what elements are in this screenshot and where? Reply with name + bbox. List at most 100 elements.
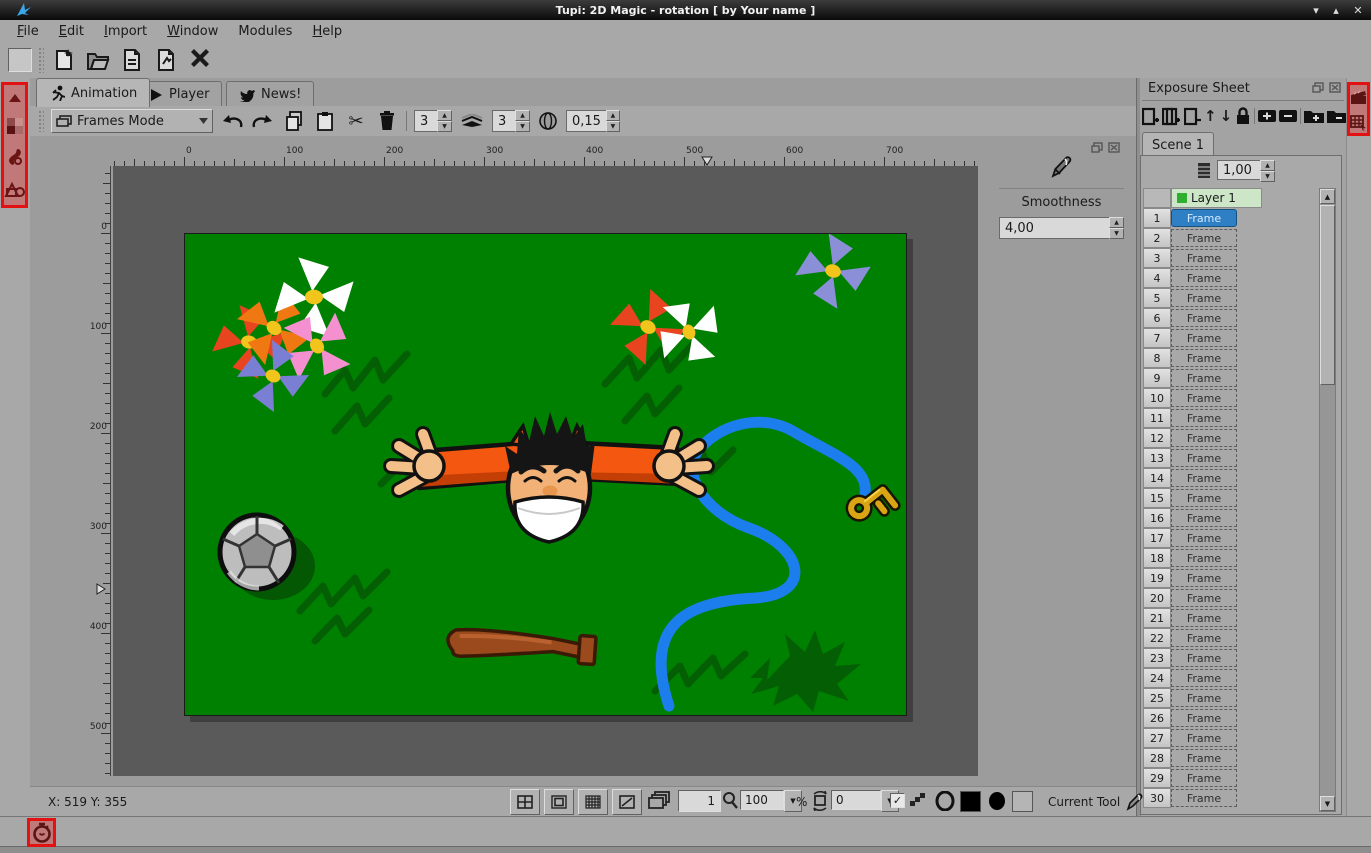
move-frame-down-button[interactable]: ↓ [1220,107,1233,125]
layer-opacity-spinner[interactable]: 1,00 ▲▼ [1217,160,1275,180]
frame-row-number[interactable]: 13 [1143,448,1171,468]
brush-properties-icon[interactable] [4,141,25,173]
toolbar-drag-handle[interactable] [38,47,44,73]
remove-frame-button[interactable] [1184,107,1201,126]
zoom-value[interactable]: 100 [740,790,784,810]
shade-window-icon[interactable]: ▾ [1305,4,1327,17]
frame-row-number[interactable]: 7 [1143,328,1171,348]
frame-cell[interactable]: Frame [1171,709,1237,727]
smoothness-spinner[interactable]: 4,00 ▲▼ [999,217,1124,239]
fill-color-preview[interactable] [987,791,1007,811]
frame-row-number[interactable]: 10 [1143,388,1171,408]
frame-row-number[interactable]: 4 [1143,268,1171,288]
layer-opacity-value[interactable]: 1,00 [1217,160,1260,180]
frame-cell[interactable]: Frame [1171,549,1237,567]
dense-grid-button[interactable] [578,789,608,815]
redo-button[interactable] [251,113,275,129]
frame-cell[interactable]: Frame [1171,389,1237,407]
spin-up-icon[interactable]: ▲ [606,110,620,121]
frame-row-number[interactable]: 9 [1143,368,1171,388]
spin-down-icon[interactable]: ▼ [606,121,620,132]
new-project-button[interactable] [50,46,78,74]
tab-news[interactable]: News! [226,81,314,107]
shapes-library-icon[interactable] [4,173,25,205]
frame-row-number[interactable]: 15 [1143,488,1171,508]
color-palette-icon[interactable] [4,111,25,141]
frame-row-number[interactable]: 14 [1143,468,1171,488]
frame-row-number[interactable]: 24 [1143,668,1171,688]
opacity-factor-value[interactable]: 0,15 [566,110,606,132]
frame-cell[interactable]: Frame [1171,409,1237,427]
next-frames-spinner[interactable]: 3 ▲▼ [492,110,530,132]
frame-cell[interactable]: Frame [1171,329,1237,347]
rotation-combobox[interactable]: 0 ▼ [831,790,899,812]
frame-row-number[interactable]: 30 [1143,788,1171,808]
scroll-up-icon[interactable]: ▲ [1320,189,1335,204]
frame-cell[interactable]: Frame [1171,289,1237,307]
lock-frame-button[interactable] [1235,107,1251,125]
zoom-combobox[interactable]: 100 ▼ [740,790,802,812]
outline-color-swatch[interactable] [935,791,955,811]
frame-cell[interactable]: Frame [1171,789,1237,807]
copy-frame-forward-icon[interactable] [648,791,670,809]
menu-item-help[interactable]: Help [303,22,351,41]
remove-scene-button[interactable] [1327,109,1347,123]
frame-cell-selected[interactable]: Frame [1171,209,1237,227]
frame-cell[interactable]: Frame [1171,449,1237,467]
exposure-scrollbar[interactable]: ▲ ▼ [1319,188,1336,812]
spin-down-icon[interactable]: ▼ [437,121,452,132]
pixel-preview-icon[interactable] [909,793,925,807]
cut-button[interactable]: ✂ [344,111,368,132]
frame-cell[interactable]: Frame [1171,569,1237,587]
frame-row-number[interactable]: 19 [1143,568,1171,588]
frame-row-number[interactable]: 25 [1143,688,1171,708]
canvas[interactable] [184,233,907,716]
insert-frame-button[interactable] [1142,107,1159,126]
exposure-sheet-icon[interactable] [1350,110,1367,135]
frame-row-number[interactable]: 22 [1143,628,1171,648]
maximize-window-icon[interactable]: ▴ [1325,4,1347,17]
paste-button[interactable] [313,111,337,131]
delete-button[interactable] [375,111,399,131]
frame-row-number[interactable]: 21 [1143,608,1171,628]
spin-up-icon[interactable]: ▲ [1260,160,1275,171]
frame-cell[interactable]: Frame [1171,229,1237,247]
previous-frames-spinner[interactable]: 3 ▲▼ [414,110,452,132]
frame-cell[interactable]: Frame [1171,529,1237,547]
menu-item-file[interactable]: File [8,22,48,41]
frame-row-number[interactable]: 11 [1143,408,1171,428]
close-project-button[interactable] [186,46,214,74]
frame-cell[interactable]: Frame [1171,429,1237,447]
frame-cell[interactable]: Frame [1171,489,1237,507]
frame-number-field[interactable]: 1 [678,790,721,812]
action-safe-area-button[interactable] [544,789,574,815]
frame-cell[interactable]: Frame [1171,309,1237,327]
frame-row-number[interactable]: 16 [1143,508,1171,528]
close-window-icon[interactable]: ✕ [1347,4,1369,17]
frame-cell[interactable]: Frame [1171,649,1237,667]
frame-row-number[interactable]: 28 [1143,748,1171,768]
frame-cell[interactable]: Frame [1171,769,1237,787]
open-project-button[interactable] [84,46,112,74]
close-panel-icon[interactable] [1329,82,1341,93]
undo-button[interactable] [220,113,244,129]
frame-cell[interactable]: Frame [1171,509,1237,527]
frame-row-number[interactable]: 18 [1143,548,1171,568]
rotation-value[interactable]: 0 [831,790,881,810]
frame-row-number[interactable]: 17 [1143,528,1171,548]
frame-row-number[interactable]: 26 [1143,708,1171,728]
previous-frames-value[interactable]: 3 [414,110,437,132]
frames-mode-combobox[interactable]: Frames Mode [51,109,213,133]
scene-tab[interactable]: Scene 1 [1142,132,1214,157]
frame-cell[interactable]: Frame [1171,609,1237,627]
menu-item-edit[interactable]: Edit [50,22,93,41]
insert-scene-button[interactable] [1304,109,1324,123]
frame-row-number[interactable]: 3 [1143,248,1171,268]
full-screen-button[interactable] [612,789,642,815]
frame-cell[interactable]: Frame [1171,669,1237,687]
frame-cell[interactable]: Frame [1171,269,1237,287]
workspace[interactable] [113,166,978,776]
move-frame-up-button[interactable]: ↑ [1204,107,1217,125]
opacity-factor-spinner[interactable]: 0,15 ▲▼ [566,110,620,132]
smoothness-value[interactable]: 4,00 [999,217,1109,239]
